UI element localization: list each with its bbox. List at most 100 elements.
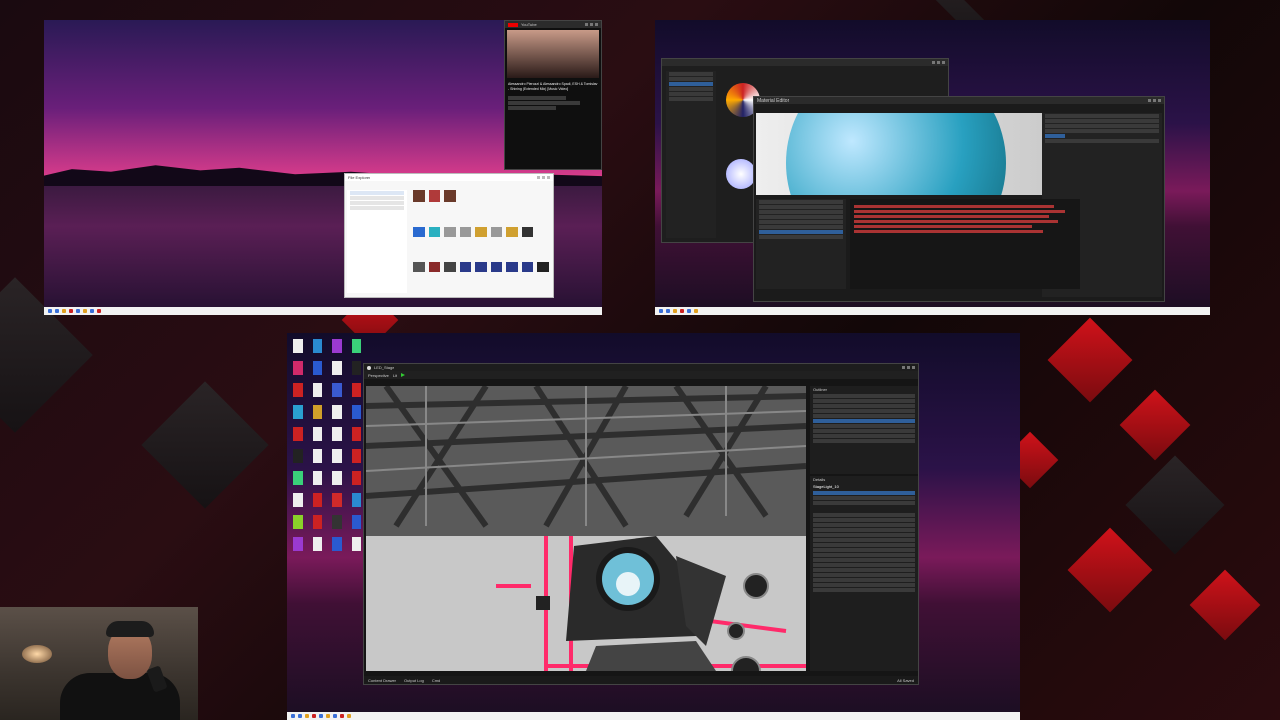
taskbar-app-icon[interactable] xyxy=(312,714,316,718)
desktop-icon[interactable] xyxy=(293,515,303,529)
hierarchy-panel[interactable] xyxy=(756,199,846,289)
desktop-icon[interactable] xyxy=(351,471,361,485)
webcam-overlay xyxy=(0,607,198,720)
material-preview[interactable] xyxy=(756,113,1042,195)
taskbar-app-icon[interactable] xyxy=(680,309,684,313)
taskbar-app-icon[interactable] xyxy=(673,309,677,313)
desktop-icon[interactable] xyxy=(312,515,322,529)
desktop-icon[interactable] xyxy=(312,383,322,397)
background-cube xyxy=(1189,569,1261,641)
desktop-icon[interactable] xyxy=(332,361,342,375)
editor-toolbar[interactable]: Perspective Lit xyxy=(364,371,918,379)
editor-title: Material Editor xyxy=(757,97,790,104)
details-panel[interactable]: Details StageLight_10 xyxy=(810,476,918,671)
taskbar-app-icon[interactable] xyxy=(687,309,691,313)
taskbar[interactable] xyxy=(44,307,602,315)
material-sphere-thumb[interactable] xyxy=(726,159,756,189)
desktop-icon[interactable] xyxy=(332,537,342,551)
taskbar-app-icon[interactable] xyxy=(69,309,73,313)
desktop-icons[interactable] xyxy=(289,335,365,707)
desktop-icon[interactable] xyxy=(351,383,361,397)
desktop-icon[interactable] xyxy=(332,383,342,397)
taskbar-app-icon[interactable] xyxy=(305,714,309,718)
desktop-icon[interactable] xyxy=(351,361,361,375)
taskbar-app-icon[interactable] xyxy=(326,714,330,718)
desktop-icon[interactable] xyxy=(312,471,322,485)
project-name: LED_Stage xyxy=(374,365,395,370)
start-icon[interactable] xyxy=(291,714,295,718)
youtube-logo[interactable] xyxy=(508,22,518,27)
taskbar-app-icon[interactable] xyxy=(340,714,344,718)
desktop-icon[interactable] xyxy=(351,493,361,507)
desktop-icon[interactable] xyxy=(351,515,361,529)
background-cube xyxy=(141,381,269,509)
desktop-icon[interactable] xyxy=(332,405,342,419)
desktop-icon[interactable] xyxy=(293,361,303,375)
desktop-icon[interactable] xyxy=(293,383,303,397)
monitor-top-left: YouTube Alessandro Pierozzi & Alessandro… xyxy=(44,20,602,315)
taskbar[interactable] xyxy=(287,712,1020,720)
taskbar[interactable] xyxy=(655,307,1210,315)
desktop-icon[interactable] xyxy=(351,449,361,463)
taskbar-app-icon[interactable] xyxy=(76,309,80,313)
outliner-panel[interactable]: Outliner xyxy=(810,386,918,474)
desktop-icon[interactable] xyxy=(293,405,303,419)
desktop-icon[interactable] xyxy=(293,449,303,463)
explorer-sidebar xyxy=(347,190,407,293)
desktop-icon[interactable] xyxy=(351,537,361,551)
desktop-icon[interactable] xyxy=(293,339,303,353)
desktop-icon[interactable] xyxy=(332,515,342,529)
browser-window[interactable]: YouTube Alessandro Pierozzi & Alessandro… xyxy=(504,20,602,170)
desktop-icon[interactable] xyxy=(332,493,342,507)
start-icon[interactable] xyxy=(48,309,52,313)
desktop-icon[interactable] xyxy=(332,339,342,353)
play-icon[interactable] xyxy=(401,373,406,377)
content-drawer-button[interactable]: Content Drawer xyxy=(368,678,396,683)
desktop-icon[interactable] xyxy=(293,537,303,551)
desktop-icon[interactable] xyxy=(312,405,322,419)
cmd-button[interactable]: Cmd xyxy=(432,678,440,683)
video-player[interactable] xyxy=(507,30,599,78)
taskbar-app-icon[interactable] xyxy=(333,714,337,718)
taskbar-app-icon[interactable] xyxy=(298,714,302,718)
desktop-icon[interactable] xyxy=(293,427,303,441)
desktop-icon[interactable] xyxy=(351,405,361,419)
desktop-icon[interactable] xyxy=(351,339,361,353)
desktop-icon[interactable] xyxy=(332,449,342,463)
level-viewport[interactable] xyxy=(366,386,806,671)
material-editor-window[interactable]: Material Editor xyxy=(753,96,1165,302)
selected-actor: StageLight_10 xyxy=(813,484,839,489)
viewport-mode-button[interactable]: Perspective xyxy=(368,373,389,378)
desktop-icon[interactable] xyxy=(312,339,322,353)
desktop-icon[interactable] xyxy=(293,471,303,485)
desktop-icon[interactable] xyxy=(312,449,322,463)
taskbar-app-icon[interactable] xyxy=(62,309,66,313)
taskbar-app-icon[interactable] xyxy=(83,309,87,313)
start-icon[interactable] xyxy=(659,309,663,313)
desktop-icon[interactable] xyxy=(312,493,322,507)
taskbar-app-icon[interactable] xyxy=(90,309,94,313)
explorer-files-grid[interactable] xyxy=(413,190,549,293)
save-status: All Saved xyxy=(897,677,914,683)
explorer-window[interactable]: File Explorer xyxy=(344,173,554,298)
editor-bottom-bar[interactable]: Content Drawer Output Log Cmd All Saved xyxy=(364,676,918,684)
desktop-icon[interactable] xyxy=(351,427,361,441)
output-log-button[interactable]: Output Log xyxy=(404,678,424,683)
taskbar-app-icon[interactable] xyxy=(347,714,351,718)
log-panel[interactable] xyxy=(850,199,1080,289)
desktop-icon[interactable] xyxy=(332,427,342,441)
video-title[interactable]: Alessandro Pierozzi & Alessandro Spadi, … xyxy=(508,82,598,92)
desktop-icon[interactable] xyxy=(293,493,303,507)
desktop-icon[interactable] xyxy=(312,537,322,551)
taskbar-app-icon[interactable] xyxy=(319,714,323,718)
taskbar-app-icon[interactable] xyxy=(694,309,698,313)
taskbar-app-icon[interactable] xyxy=(97,309,101,313)
monitor-bottom: LED_Stage Perspective Lit Outliner Detai… xyxy=(287,333,1020,720)
desktop-icon[interactable] xyxy=(332,471,342,485)
taskbar-app-icon[interactable] xyxy=(666,309,670,313)
desktop-icon[interactable] xyxy=(312,361,322,375)
desktop-icon[interactable] xyxy=(312,427,322,441)
lit-mode-button[interactable]: Lit xyxy=(393,373,397,378)
taskbar-app-icon[interactable] xyxy=(55,309,59,313)
unreal-editor-window[interactable]: LED_Stage Perspective Lit Outliner Detai… xyxy=(363,363,919,685)
